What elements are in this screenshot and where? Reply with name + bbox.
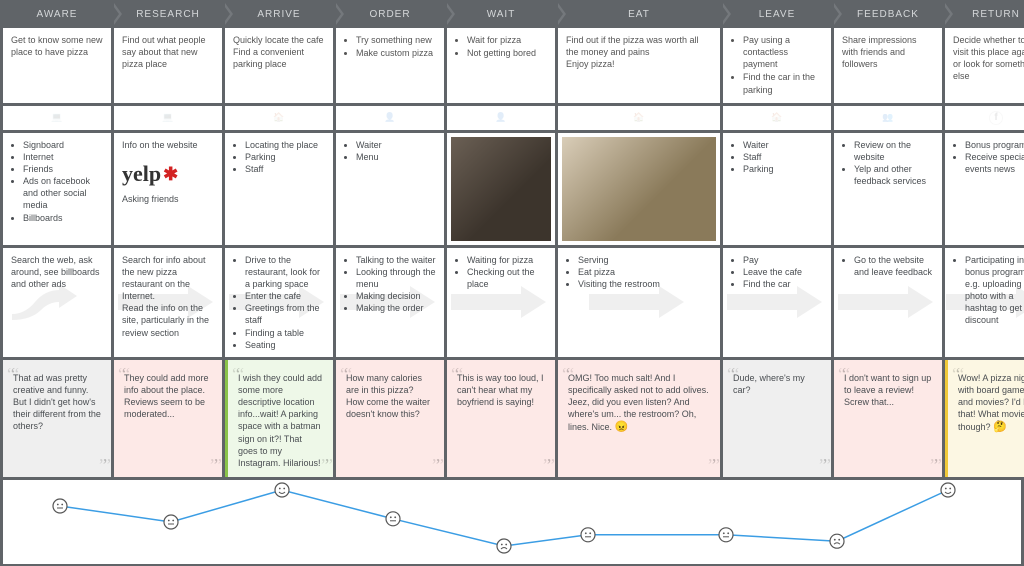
emotion-chart <box>3 480 1021 564</box>
stage-research: RESEARCH <box>114 3 222 25</box>
actions-leave: PayLeave the cafeFind the car <box>723 248 831 357</box>
channel-arrive: 🏠 <box>225 106 333 130</box>
channel-wait: 👤 <box>447 106 555 130</box>
touchpoints-arrive: Locating the placeParkingStaff <box>225 133 333 245</box>
quote-eat: OMG! Too much salt! And I specifically a… <box>558 360 720 477</box>
actions-wait: Waiting for pizzaChecking out the place <box>447 248 555 357</box>
pizza-photo <box>562 137 716 241</box>
quote-aware: That ad was pretty creative and funny. B… <box>3 360 111 477</box>
goal-feedback: Share impressions with friends and follo… <box>834 28 942 103</box>
touchpoints-eat-photo <box>558 133 720 245</box>
actions-eat: ServingEat pizzaVisiting the restroom <box>558 248 720 357</box>
goal-aware: Get to know some new place to have pizza <box>3 28 111 103</box>
waiter-photo <box>451 137 551 241</box>
channel-order: 👤 <box>336 106 444 130</box>
stage-aware: AWARE <box>3 3 111 25</box>
facebook-icon: f <box>989 111 1003 125</box>
stage-wait: WAIT <box>447 3 555 25</box>
quote-research: They could add more info about the place… <box>114 360 222 477</box>
channel-research: 💻 <box>114 106 222 130</box>
laptop-icon: 💻 <box>51 112 62 123</box>
people-icon: 👥 <box>882 112 893 123</box>
channel-eat: 🏠 <box>558 106 720 130</box>
thinking-emoji-icon: 🤔 <box>993 420 1007 435</box>
touchpoints-leave: WaiterStaffParking <box>723 133 831 245</box>
stage-arrive: ARRIVE <box>225 3 333 25</box>
home-icon: 🏠 <box>273 112 284 123</box>
stage-leave: LEAVE <box>723 3 831 25</box>
goal-research: Find out what people say about that new … <box>114 28 222 103</box>
touchpoints-research: Info on the website yelp✱ Asking friends <box>114 133 222 245</box>
stage-feedback: FEEDBACK <box>834 3 942 25</box>
actions-aware: Search the web, ask around, see billboar… <box>3 248 111 357</box>
stage-eat: EAT <box>558 3 720 25</box>
quote-leave: Dude, where's my car? <box>723 360 831 477</box>
actions-order: Talking to the waiterLooking through the… <box>336 248 444 357</box>
actions-arrive: Drive to the restaurant, look for a park… <box>225 248 333 357</box>
quote-arrive: I wish they could add some more descript… <box>225 360 333 477</box>
touchpoints-feedback: Review on the websiteYelp and other feed… <box>834 133 942 245</box>
person-icon: 👤 <box>495 112 506 123</box>
goal-arrive: Quickly locate the cafe Find a convenien… <box>225 28 333 103</box>
journey-map: AWARE RESEARCH ARRIVE ORDER WAIT EAT LEA… <box>0 0 1024 477</box>
goal-return: Decide whether to visit this place again… <box>945 28 1024 103</box>
stage-order: ORDER <box>336 3 444 25</box>
actions-research: Search for info about the new pizza rest… <box>114 248 222 357</box>
quote-return: Wow! A pizza night with board games and … <box>945 360 1024 477</box>
quote-wait: This is way too loud, I can't hear what … <box>447 360 555 477</box>
stage-return: RETURN <box>945 3 1024 25</box>
channel-aware: 💻 <box>3 106 111 130</box>
goal-eat: Find out if the pizza was worth all the … <box>558 28 720 103</box>
goal-wait: Wait for pizzaNot getting bored <box>447 28 555 103</box>
home-icon: 🏠 <box>771 112 782 123</box>
goal-leave: Pay using a contactless paymentFind the … <box>723 28 831 103</box>
touchpoints-wait-photo <box>447 133 555 245</box>
home-icon: 🏠 <box>633 112 644 123</box>
laptop-icon: 💻 <box>162 112 173 123</box>
yelp-logo: yelp✱ <box>122 159 214 189</box>
arrow-icon <box>834 282 942 322</box>
touchpoints-order: WaiterMenu <box>336 133 444 245</box>
actions-return: Participating in bonus program e.g. uplo… <box>945 248 1024 357</box>
touchpoints-aware: SignboardInternetFriendsAds on facebook … <box>3 133 111 245</box>
goal-order: Try something newMake custom pizza <box>336 28 444 103</box>
channel-feedback: 👥 <box>834 106 942 130</box>
channel-leave: 🏠 <box>723 106 831 130</box>
channel-return: f <box>945 106 1024 130</box>
quote-order: How many calories are in this pizza? How… <box>336 360 444 477</box>
person-icon: 👤 <box>384 112 395 123</box>
touchpoints-return: Bonus programReceive special events news <box>945 133 1024 245</box>
angry-emoji-icon: 😠 <box>615 420 629 435</box>
quote-feedback: I don't want to sign up to leave a revie… <box>834 360 942 477</box>
actions-feedback: Go to the website and leave feedback <box>834 248 942 357</box>
